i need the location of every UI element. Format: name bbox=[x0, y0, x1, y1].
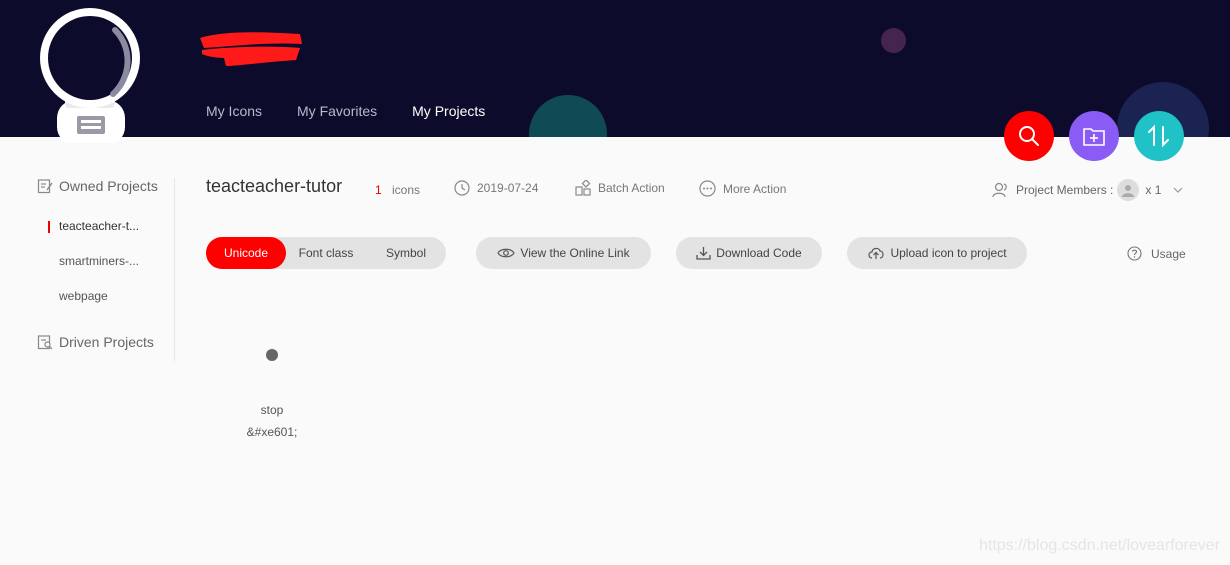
upload-icon-button[interactable]: Upload icon to project bbox=[847, 237, 1027, 269]
code-type-switch: Unicode Font class Symbol bbox=[206, 237, 446, 269]
members-icon bbox=[992, 182, 1007, 198]
decor-circle bbox=[881, 28, 906, 53]
driven-projects-label: Driven Projects bbox=[59, 334, 154, 350]
icon-count-unit: icons bbox=[392, 183, 421, 197]
owned-projects-heading: Owned Projects bbox=[37, 178, 174, 194]
project-title: teacteacher-tutor bbox=[206, 176, 343, 196]
watermark: https://blog.csdn.net/lovearforever bbox=[978, 537, 1220, 554]
owned-projects-label: Owned Projects bbox=[59, 178, 158, 194]
icon-item[interactable]: stop &#xe601; bbox=[232, 333, 312, 439]
search-icon bbox=[1019, 126, 1039, 146]
upload-icon-label: Upload icon to project bbox=[890, 246, 1007, 260]
edit-document-icon bbox=[37, 179, 53, 194]
main-nav: My Icons My Favorites My Projects bbox=[206, 103, 520, 137]
decor-circle bbox=[529, 95, 607, 137]
stop-icon bbox=[266, 349, 278, 361]
sidebar-project-webpage[interactable]: webpage bbox=[37, 279, 174, 314]
usage-label: Usage bbox=[1151, 246, 1186, 261]
add-project-button[interactable] bbox=[1069, 111, 1119, 161]
cloud-upload-icon bbox=[868, 247, 885, 259]
search-button[interactable] bbox=[1004, 111, 1054, 161]
batch-grid-icon bbox=[575, 180, 591, 196]
sort-button[interactable] bbox=[1134, 111, 1184, 161]
more-action-button[interactable]: More Action bbox=[699, 180, 786, 197]
more-dots-icon bbox=[699, 180, 716, 197]
view-online-link-button[interactable]: View the Online Link bbox=[476, 237, 651, 269]
redacted-username bbox=[200, 32, 302, 66]
view-online-link-label: View the Online Link bbox=[520, 246, 630, 260]
batch-action-button[interactable]: Batch Action bbox=[575, 180, 665, 196]
driven-projects-heading[interactable]: Driven Projects bbox=[37, 334, 174, 350]
sidebar-project-smartminers[interactable]: smartminers-... bbox=[37, 244, 174, 279]
folder-add-icon bbox=[1083, 128, 1105, 146]
sort-icon bbox=[1148, 124, 1169, 148]
tab-unicode[interactable]: Unicode bbox=[206, 237, 286, 269]
search-document-icon bbox=[37, 335, 53, 350]
members-label: Project Members : bbox=[1016, 183, 1114, 197]
usage-link[interactable]: Usage bbox=[1127, 246, 1186, 261]
download-icon bbox=[696, 247, 711, 260]
project-date: 2019-07-24 bbox=[454, 180, 538, 196]
tab-font-class[interactable]: Font class bbox=[286, 237, 366, 269]
icon-code: &#xe601; bbox=[246, 425, 298, 439]
tab-symbol[interactable]: Symbol bbox=[366, 237, 446, 269]
user-icon bbox=[1122, 185, 1135, 197]
more-action-label: More Action bbox=[723, 181, 787, 196]
sidebar: Owned Projects teacteacher-t... smartmin… bbox=[37, 178, 175, 361]
download-code-label: Download Code bbox=[716, 246, 802, 260]
nav-my-projects[interactable]: My Projects bbox=[412, 103, 485, 137]
download-code-button[interactable]: Download Code bbox=[676, 237, 822, 269]
member-avatar bbox=[1117, 179, 1140, 201]
project-date-text: 2019-07-24 bbox=[477, 181, 539, 195]
sidebar-project-teacteacher[interactable]: teacteacher-t... bbox=[37, 209, 174, 244]
nav-my-icons[interactable]: My Icons bbox=[206, 103, 262, 137]
eye-icon bbox=[497, 248, 516, 258]
batch-action-label: Batch Action bbox=[598, 181, 665, 195]
icon-count: 1 bbox=[375, 183, 382, 197]
icon-name: stop bbox=[260, 403, 284, 417]
chevron-down-icon bbox=[1173, 187, 1183, 193]
members-count: x 1 bbox=[1145, 183, 1162, 197]
help-circle-icon bbox=[1127, 246, 1142, 261]
project-members[interactable]: Project Members : x 1 bbox=[992, 179, 1183, 201]
nav-my-favorites[interactable]: My Favorites bbox=[297, 103, 377, 137]
clock-icon bbox=[454, 180, 470, 196]
astronaut-avatar[interactable] bbox=[37, 8, 143, 143]
